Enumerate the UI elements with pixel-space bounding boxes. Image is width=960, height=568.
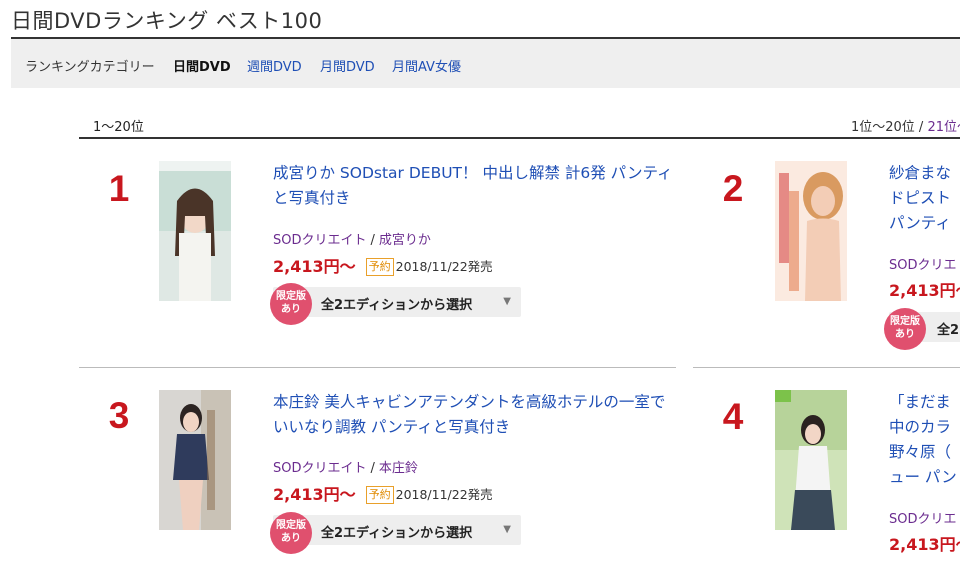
- edition-select-label: 全2: [937, 323, 960, 338]
- limited-edition-badge: 限定版 あり: [270, 512, 312, 554]
- limited-badge-line1: 限定版: [276, 520, 306, 531]
- category-daily-dvd: 日間DVD: [173, 60, 231, 75]
- actress-link[interactable]: 本庄鈴: [379, 461, 418, 476]
- cover-image: [159, 390, 231, 530]
- product-title-link[interactable]: 紗倉まなドピストパンティ: [889, 161, 960, 236]
- title-line3: パンティ: [889, 214, 951, 232]
- chevron-down-icon: ▼: [503, 296, 511, 307]
- ranking-item: 1 成宮りか SODstar DEBUT！ 中出し解禁 計6発 パンティと写真付…: [79, 140, 673, 340]
- category-monthly-actress[interactable]: 月間AV女優: [392, 56, 461, 75]
- rank-number: 1: [108, 168, 130, 209]
- product-thumbnail[interactable]: [159, 161, 231, 301]
- product-credits: SODクリエ: [889, 508, 957, 527]
- price: 2,413円〜: [889, 281, 960, 300]
- rank-range: 1〜20位: [93, 120, 144, 135]
- product-thumbnail[interactable]: [775, 161, 847, 301]
- product-title-link[interactable]: 成宮りか SODstar DEBUT！ 中出し解禁 計6発 パンティと写真付き: [273, 161, 675, 211]
- edition-select-label: 全2エディションから選択: [321, 298, 473, 313]
- ranking-divider: [79, 137, 960, 139]
- limited-edition-badge: 限定版 あり: [270, 283, 312, 325]
- limited-badge-line2: あり: [281, 304, 301, 315]
- limited-badge-line1: 限定版: [890, 316, 920, 327]
- title-line4: ュー パン: [889, 468, 957, 486]
- reserve-badge: 予約: [365, 258, 394, 276]
- category-bar: ランキングカテゴリー 日間DVD 週間DVD 月間DVD 月間AV女優: [11, 39, 960, 88]
- ranking-item: 4 「まだま中のカラ野々原（ ュー パン SODクリエ 2,413円〜: [693, 368, 960, 568]
- title-line1: 「まだま: [889, 393, 951, 411]
- product-title-link[interactable]: 本庄鈴 美人キャビンアテンダントを高級ホテルの一室でいいなり調教 パンティと写真…: [273, 390, 675, 440]
- pager-next-link[interactable]: 21位〜: [927, 120, 960, 135]
- limited-badge-line2: あり: [895, 329, 915, 340]
- edition-select-label: 全2エディションから選択: [321, 526, 473, 541]
- cover-image: [159, 161, 231, 301]
- price-line: 2,413円〜: [889, 277, 960, 301]
- page-title: 日間DVDランキング ベスト100: [11, 9, 323, 33]
- category-label: ランキングカテゴリー: [25, 60, 155, 75]
- release-date: 2018/11/22発売: [395, 487, 493, 502]
- ranking-item: 2 紗倉まなドピストパンティ SODクリエ 2,413円〜 全2 限定版あり: [693, 140, 960, 350]
- pager-current: 1位〜20位: [850, 120, 915, 135]
- price: 2,413円〜: [273, 485, 356, 504]
- actress-link[interactable]: 成宮りか: [379, 233, 431, 248]
- product-thumbnail[interactable]: [159, 390, 231, 530]
- category-weekly-dvd[interactable]: 週間DVD: [247, 56, 302, 75]
- price-line: 2,413円〜: [889, 531, 960, 555]
- title-line2: ドピスト: [889, 189, 952, 207]
- maker-link[interactable]: SODクリエイト: [273, 461, 367, 476]
- rank-number: 4: [722, 396, 744, 437]
- pager-separator: /: [918, 120, 924, 135]
- price-line: 2,413円〜 予約 2018/11/22発売: [273, 253, 493, 277]
- product-thumbnail[interactable]: [775, 390, 847, 530]
- cover-image: [775, 390, 847, 530]
- limited-edition-badge: 限定版 あり: [884, 308, 926, 350]
- cover-image: [775, 161, 847, 301]
- price: 2,413円〜: [273, 257, 356, 276]
- limited-badge-line1: 限定版: [276, 291, 306, 302]
- release-date: 2018/11/22発売: [395, 259, 493, 274]
- maker-link[interactable]: SODクリエ: [889, 512, 957, 527]
- maker-link[interactable]: SODクリエイト: [273, 233, 367, 248]
- reserve-badge: 予約: [365, 486, 394, 504]
- price: 2,413円〜: [889, 535, 960, 554]
- ranking-header: 1〜20位 1位〜20位 / 21位〜: [79, 116, 960, 136]
- title-line3: 野々原（: [889, 443, 952, 461]
- rank-number: 3: [108, 395, 130, 436]
- product-credits: SODクリエ: [889, 254, 957, 273]
- pager: 1位〜20位 / 21位〜: [851, 116, 960, 135]
- title-line2: 中のカラ: [889, 418, 952, 436]
- product-title-link[interactable]: 「まだま中のカラ野々原（ ュー パン: [889, 390, 960, 490]
- title-line1: 紗倉まな: [889, 164, 952, 182]
- product-credits: SODクリエイト / 本庄鈴: [273, 461, 418, 476]
- price-line: 2,413円〜 予約 2018/11/22発売: [273, 481, 493, 505]
- ranking-item: 3 本庄鈴 美人キャビンアテンダントを高級ホテルの一室でいいなり調教 パンティと…: [79, 368, 665, 568]
- limited-badge-line2: あり: [281, 533, 301, 544]
- maker-link[interactable]: SODクリエ: [889, 258, 957, 273]
- product-credits: SODクリエイト / 成宮りか: [273, 233, 431, 248]
- category-monthly-dvd[interactable]: 月間DVD: [320, 56, 375, 75]
- rank-number: 2: [722, 168, 744, 209]
- chevron-down-icon: ▼: [503, 524, 511, 535]
